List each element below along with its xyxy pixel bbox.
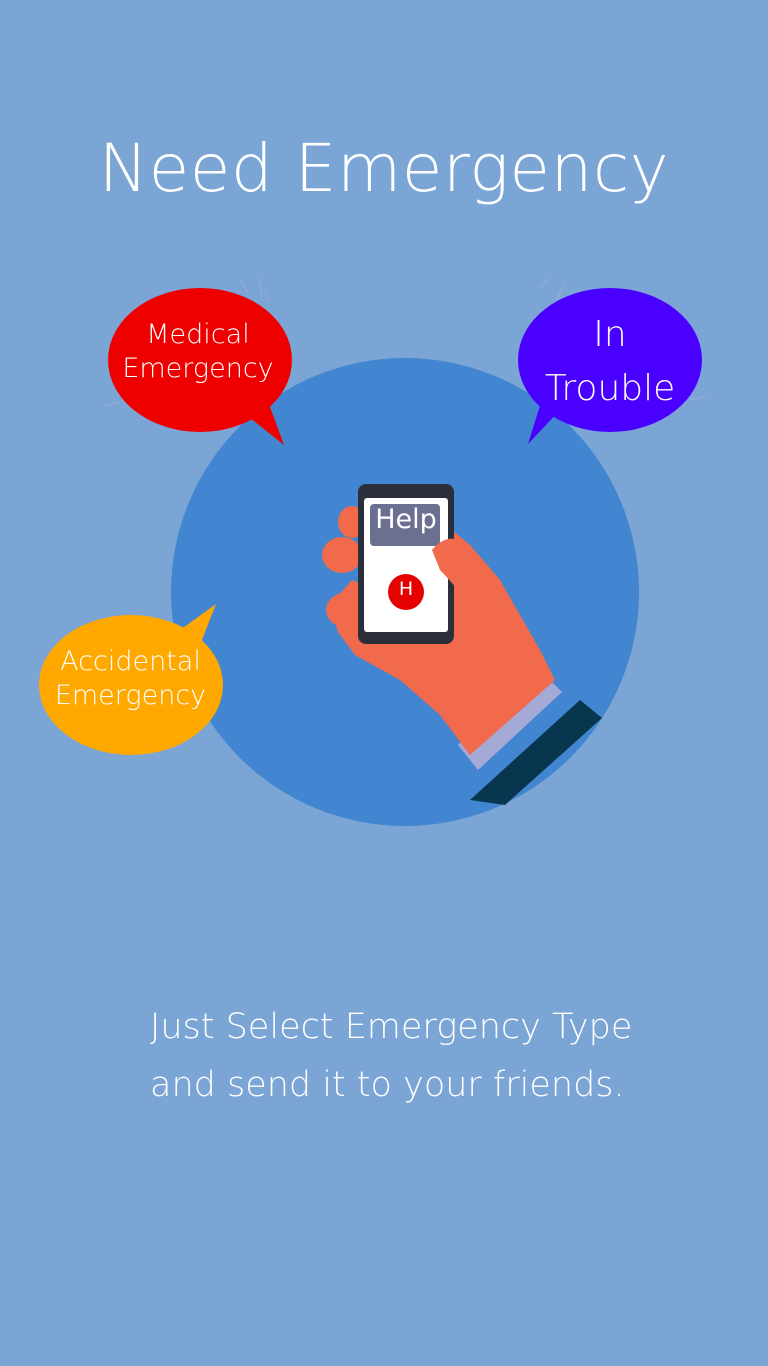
h-button-label: H: [398, 578, 414, 600]
emergency-illustration: Medical Emergency In Trouble Accidental …: [0, 260, 768, 860]
medical-emergency-label[interactable]: Medical Emergency: [118, 318, 278, 386]
description-line-2: and send it to your friends.: [150, 1065, 625, 1105]
onboarding-screen: Need Emergency Medical Emergency In Trou…: [0, 0, 768, 1366]
description-text: Just Select Emergency Type and send it t…: [150, 998, 710, 1114]
page-title: Need Emergency: [98, 130, 670, 207]
trouble-line-1: In: [593, 314, 627, 355]
trouble-line-2: Trouble: [544, 368, 676, 409]
accidental-line-1: Accidental: [60, 646, 201, 677]
in-trouble-label[interactable]: In Trouble: [530, 308, 690, 416]
help-label: Help: [375, 504, 437, 535]
accidental-emergency-label[interactable]: Accidental Emergency: [48, 645, 213, 713]
description-line-1: Just Select Emergency Type: [150, 1007, 633, 1047]
medical-line-2: Emergency: [122, 352, 274, 384]
medical-line-1: Medical: [146, 319, 250, 350]
accidental-line-2: Emergency: [54, 679, 207, 711]
